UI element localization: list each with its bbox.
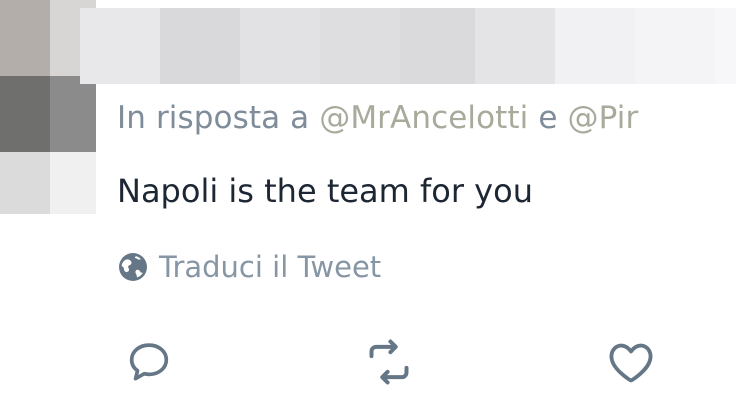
mention-link[interactable]: @MrAncelotti xyxy=(319,100,528,136)
reply-context: In risposta a @MrAncelotti e @Pir xyxy=(117,100,638,136)
tweet-screenshot: In risposta a @MrAncelotti e @Pir Napoli… xyxy=(0,0,736,409)
retweet-button[interactable] xyxy=(361,334,417,390)
reply-button[interactable] xyxy=(121,334,177,390)
translate-tweet-link[interactable]: Traduci il Tweet xyxy=(117,250,381,284)
globe-icon xyxy=(119,253,147,281)
reply-prefix: In risposta a xyxy=(117,100,310,136)
retweet-icon xyxy=(369,339,409,385)
translate-label: Traduci il Tweet xyxy=(159,250,382,284)
tweet-text: Napoli is the team for you xyxy=(117,172,533,210)
like-button[interactable] xyxy=(603,334,659,390)
author-name-redacted[interactable] xyxy=(80,8,736,84)
heart-icon xyxy=(609,343,653,383)
reply-icon xyxy=(129,343,169,381)
reply-conjunction: e xyxy=(538,100,558,136)
mention-link[interactable]: @Pir xyxy=(568,100,639,136)
